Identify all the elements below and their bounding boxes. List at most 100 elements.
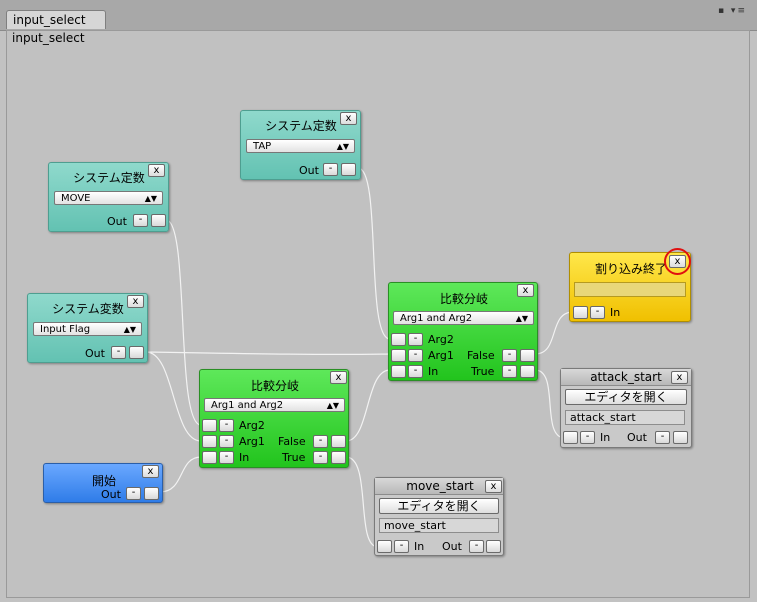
tab-bar: input_select ▪ ▾≡ xyxy=(0,0,757,31)
out-label: Out xyxy=(85,347,105,360)
end-value-field[interactable] xyxy=(574,282,686,297)
arg2-port-button[interactable] xyxy=(391,333,406,346)
constant-select[interactable]: TAP ▲▼ xyxy=(246,139,355,153)
in-port-button[interactable] xyxy=(377,540,392,553)
close-button[interactable]: x xyxy=(148,164,165,177)
out-port-button[interactable] xyxy=(673,431,688,444)
compare-mode-select[interactable]: Arg1 and Arg2 ▲▼ xyxy=(393,311,534,325)
out-label: Out xyxy=(442,540,462,553)
close-button[interactable]: x xyxy=(340,112,357,125)
node-title: attack_start xyxy=(590,370,662,384)
attack-start-node[interactable]: attack_start x エディタを開く attack_start - In… xyxy=(560,368,692,448)
in-port-button[interactable] xyxy=(563,431,578,444)
arg2-label: Arg2 xyxy=(428,333,454,346)
system-constant-tap-node[interactable]: システム定数 x TAP ▲▼ Out - xyxy=(240,110,361,180)
close-button[interactable]: x xyxy=(517,284,534,297)
window-menu-icon[interactable]: ▪ ▾≡ xyxy=(718,6,747,16)
label-field[interactable]: attack_start xyxy=(565,410,685,425)
open-editor-button[interactable]: エディタを開く xyxy=(379,498,499,514)
out-label: Out xyxy=(101,488,121,501)
false-label: False xyxy=(278,435,306,448)
open-editor-button[interactable]: エディタを開く xyxy=(565,389,687,405)
out-port-button[interactable] xyxy=(486,540,501,553)
select-value: MOVE xyxy=(61,193,91,204)
close-button-highlight-ring xyxy=(664,248,691,275)
canvas-title: input_select xyxy=(12,31,85,45)
node-title: move_start xyxy=(406,479,474,493)
true-label: True xyxy=(471,365,495,378)
arg2-label: Arg2 xyxy=(239,419,265,432)
select-value: Arg1 and Arg2 xyxy=(211,400,284,411)
out-minus-button[interactable]: - xyxy=(133,214,148,227)
arg1-minus-button[interactable]: - xyxy=(408,349,423,362)
node-title: 比較分岐 xyxy=(439,292,488,306)
out-minus-button[interactable]: - xyxy=(126,487,141,500)
out-port-button[interactable] xyxy=(151,214,166,227)
out-port-button[interactable] xyxy=(144,487,159,500)
start-node[interactable]: 開始 x Out - xyxy=(43,463,163,503)
true-minus-button[interactable]: - xyxy=(313,451,328,464)
variable-select[interactable]: Input Flag ▲▼ xyxy=(33,322,142,336)
node-title: システム定数 xyxy=(265,119,337,133)
arg2-minus-button[interactable]: - xyxy=(408,333,423,346)
label-field[interactable]: move_start xyxy=(379,518,499,533)
out-minus-button[interactable]: - xyxy=(323,163,338,176)
in-minus-button[interactable]: - xyxy=(408,365,423,378)
out-label: Out xyxy=(627,431,647,444)
arg1-minus-button[interactable]: - xyxy=(219,435,234,448)
arg1-label: Arg1 xyxy=(428,349,454,362)
move-start-node[interactable]: move_start x エディタを開く move_start - In Out… xyxy=(374,477,504,556)
in-port-button[interactable] xyxy=(573,306,588,319)
true-port-button[interactable] xyxy=(520,365,535,378)
select-value: Arg1 and Arg2 xyxy=(400,313,473,324)
in-minus-button[interactable]: - xyxy=(590,306,605,319)
close-button[interactable]: x xyxy=(127,295,144,308)
close-button[interactable]: x xyxy=(142,465,159,478)
select-arrow-icon: ▲▼ xyxy=(515,314,528,323)
in-minus-button[interactable]: - xyxy=(219,451,234,464)
node-title: 比較分岐 xyxy=(250,379,299,393)
select-arrow-icon: ▲▼ xyxy=(144,194,157,203)
node-title: 開始 xyxy=(91,474,116,488)
close-button[interactable]: x xyxy=(671,371,688,384)
true-port-button[interactable] xyxy=(331,451,346,464)
constant-select[interactable]: MOVE ▲▼ xyxy=(54,191,163,205)
compare-mode-select[interactable]: Arg1 and Arg2 ▲▼ xyxy=(204,398,345,412)
in-label: In xyxy=(239,451,250,464)
out-minus-button[interactable]: - xyxy=(469,540,484,553)
select-arrow-icon: ▲▼ xyxy=(326,401,339,410)
arg1-port-button[interactable] xyxy=(391,349,406,362)
out-label: Out xyxy=(299,164,319,177)
in-port-button[interactable] xyxy=(391,365,406,378)
true-label: True xyxy=(282,451,306,464)
out-label: Out xyxy=(107,215,127,228)
out-minus-button[interactable]: - xyxy=(111,346,126,359)
in-label: In xyxy=(600,431,611,444)
arg1-port-button[interactable] xyxy=(202,435,217,448)
in-label: In xyxy=(414,540,425,553)
in-minus-button[interactable]: - xyxy=(580,431,595,444)
false-minus-button[interactable]: - xyxy=(502,349,517,362)
out-minus-button[interactable]: - xyxy=(655,431,670,444)
node-title: 割り込み終了 xyxy=(594,262,667,276)
system-constant-move-node[interactable]: システム定数 x MOVE ▲▼ Out - xyxy=(48,162,169,232)
true-minus-button[interactable]: - xyxy=(502,365,517,378)
false-port-button[interactable] xyxy=(520,349,535,362)
out-port-button[interactable] xyxy=(341,163,356,176)
false-minus-button[interactable]: - xyxy=(313,435,328,448)
compare-branch-upper-node[interactable]: 比較分岐 x Arg1 and Arg2 ▲▼ - Arg2 - Arg1 Fal… xyxy=(388,282,538,381)
false-port-button[interactable] xyxy=(331,435,346,448)
compare-branch-lower-node[interactable]: 比較分岐 x Arg1 and Arg2 ▲▼ - Arg2 - Arg1 Fal… xyxy=(199,369,349,468)
out-port-button[interactable] xyxy=(129,346,144,359)
close-button[interactable]: x xyxy=(485,480,502,493)
in-label: In xyxy=(610,306,621,319)
in-port-button[interactable] xyxy=(202,451,217,464)
close-button[interactable]: x xyxy=(330,371,347,384)
node-title: システム定数 xyxy=(73,171,145,185)
arg2-port-button[interactable] xyxy=(202,419,217,432)
arg2-minus-button[interactable]: - xyxy=(219,419,234,432)
in-minus-button[interactable]: - xyxy=(394,540,409,553)
tab-input-select[interactable]: input_select xyxy=(6,10,106,29)
system-variable-input-flag-node[interactable]: システム変数 x Input Flag ▲▼ Out - xyxy=(27,293,148,363)
select-value: TAP xyxy=(253,141,272,152)
